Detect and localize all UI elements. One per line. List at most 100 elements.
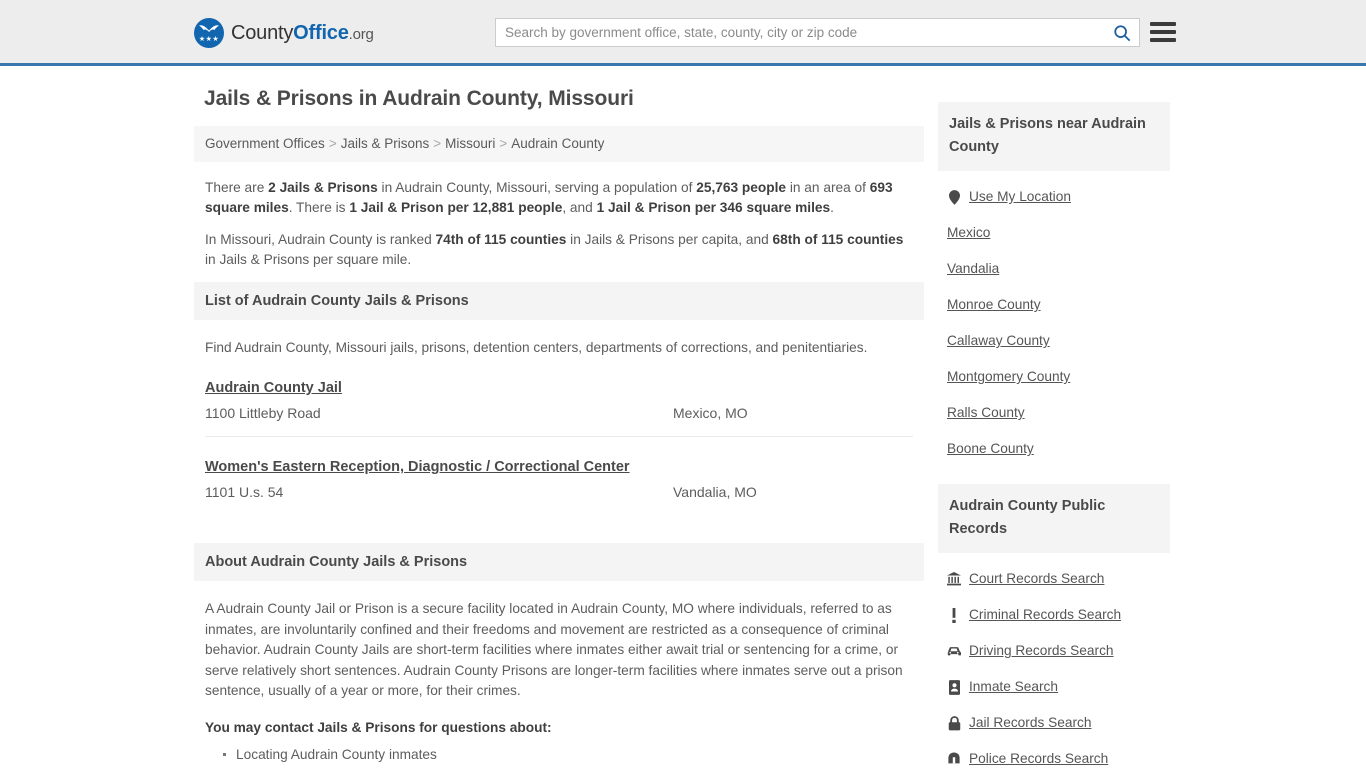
listing-details-row: 1100 Littleby Road Mexico, MO — [205, 402, 913, 424]
breadcrumb-item-missouri[interactable]: Missouri — [445, 136, 495, 151]
list-item: Finding out who is in Jail or Prison — [236, 765, 913, 768]
search-input[interactable] — [496, 19, 1105, 46]
page-title: Jails & Prisons in Audrain County, Misso… — [204, 87, 634, 110]
breadcrumb: Government Offices > Jails & Prisons > Misso… — [194, 126, 924, 162]
sidebar-item-callaway-county[interactable]: Callaway County — [938, 323, 1170, 359]
listing-city: Mexico, MO — [673, 405, 748, 421]
police-badge-icon — [947, 752, 961, 766]
intro-p1-c: in Audrain County, Missouri, serving a p… — [377, 180, 697, 195]
about-section-heading: About Audrain County Jails & Prisons — [194, 543, 924, 581]
breadcrumb-separator-2: > — [433, 136, 442, 151]
county-office-logo-icon: ★★★ — [194, 18, 224, 48]
sidebar-item-boone-county[interactable]: Boone County — [938, 431, 1170, 467]
breadcrumb-item-audrain-county[interactable]: Audrain County — [511, 136, 604, 151]
sidebar-item-label: Driving Records Search — [969, 643, 1114, 658]
listing-name-link[interactable]: Women's Eastern Reception, Diagnostic / … — [205, 455, 635, 479]
sidebar-item-label: Police Records Search — [969, 751, 1109, 766]
search-button[interactable] — [1105, 19, 1139, 46]
sidebar-item-inmate-search[interactable]: Inmate Search — [938, 669, 1170, 705]
main-column: Jails & Prisons in Audrain County, Misso… — [194, 82, 924, 768]
sidebar-item-label: Jail Records Search — [969, 715, 1092, 730]
padlock-icon — [947, 715, 961, 731]
intro-rank-capita: 74th of 115 counties — [435, 232, 567, 247]
breadcrumb-item-government-offices[interactable]: Government Offices — [205, 136, 325, 151]
list-item[interactable]: Women's Eastern Reception, Diagnostic / … — [205, 436, 913, 515]
about-paragraph: A Audrain County Jail or Prison is a sec… — [205, 601, 903, 698]
sidebar-item-label: Boone County — [947, 441, 1034, 456]
list-section-heading: List of Audrain County Jails & Prisons — [194, 282, 924, 320]
sidebar-item-label: Court Records Search — [969, 571, 1105, 586]
sidebar-item-label: Use My Location — [969, 189, 1071, 204]
search-icon — [1114, 24, 1131, 41]
hamburger-bar-3 — [1150, 38, 1176, 42]
intro-p1-g: . — [830, 200, 834, 215]
sidebar-item-label: Ralls County — [947, 405, 1025, 420]
intro-p2-a: In Missouri, Audrain County is ranked — [205, 232, 436, 247]
listing-address: 1100 Littleby Road — [205, 405, 321, 421]
breadcrumb-item-jails-prisons[interactable]: Jails & Prisons — [341, 136, 430, 151]
intro-stat-population: 25,763 people — [696, 180, 787, 195]
sidebar-item-label: Vandalia — [947, 261, 1000, 276]
map-pin-icon — [947, 189, 961, 205]
about-section-body: A Audrain County Jail or Prison is a sec… — [194, 599, 924, 768]
courthouse-icon — [947, 572, 961, 586]
intro-stat-per-area: 1 Jail & Prison per 346 square miles — [596, 200, 831, 215]
intro-p1-e: . There is — [288, 200, 350, 215]
breadcrumb-separator-3: > — [499, 136, 508, 151]
sidebar-item-court-records-search[interactable]: Court Records Search — [938, 561, 1170, 597]
logo-text-office: Office — [293, 21, 349, 44]
intro-statistics: There are 2 Jails & Prisons in Audrain C… — [194, 178, 924, 270]
listing-name-link[interactable]: Audrain County Jail — [205, 376, 635, 400]
intro-paragraph-1: There are 2 Jails & Prisons in Audrain C… — [205, 178, 913, 218]
intro-p2-d: in Jails & Prisons per square mile. — [205, 252, 412, 267]
intro-stat-count: 2 Jails & Prisons — [268, 180, 378, 195]
eagle-icon — [199, 25, 219, 32]
logo-stars: ★★★ — [198, 36, 220, 43]
sidebar-item-label: Mexico — [947, 225, 991, 240]
list-section-body: Find Audrain County, Missouri jails, pri… — [194, 338, 924, 515]
sidebar-item-label: Inmate Search — [969, 679, 1059, 694]
intro-rank-area: 68th of 115 counties — [772, 232, 904, 247]
id-badge-icon — [947, 679, 961, 695]
breadcrumb-separator-1: > — [328, 136, 337, 151]
logo-text-org: .org — [348, 25, 374, 43]
intro-p2-c: in Jails & Prisons per capita, and — [566, 232, 773, 247]
sidebar-records-links: Court Records Search Criminal Records Se… — [938, 553, 1170, 768]
exclamation-icon — [947, 607, 961, 623]
about-questions-heading: You may contact Jails & Prisons for ques… — [205, 719, 552, 735]
page-body: Jails & Prisons in Audrain County, Misso… — [0, 66, 1366, 768]
list-item[interactable]: Audrain County Jail 1100 Littleby Road M… — [205, 358, 913, 436]
sidebar-item-montgomery-county[interactable]: Montgomery County — [938, 359, 1170, 395]
hamburger-bar-2 — [1150, 30, 1176, 34]
sidebar-item-criminal-records-search[interactable]: Criminal Records Search — [938, 597, 1170, 633]
sidebar-item-label: Criminal Records Search — [969, 607, 1122, 622]
sidebar-near-links: Use My Location Mexico Vandalia Monroe C… — [938, 171, 1170, 467]
sidebar: Jails & Prisons near Audrain County Use … — [938, 102, 1170, 768]
sidebar-heading-near: Jails & Prisons near Audrain County — [938, 102, 1170, 171]
sidebar-item-use-my-location[interactable]: Use My Location — [938, 179, 1170, 215]
intro-paragraph-2: In Missouri, Audrain County is ranked 74… — [205, 230, 913, 270]
sidebar-item-monroe-county[interactable]: Monroe County — [938, 287, 1170, 323]
car-icon — [947, 646, 961, 657]
sidebar-item-vandalia[interactable]: Vandalia — [938, 251, 1170, 287]
search-bar[interactable] — [495, 18, 1140, 47]
list-item: Locating Audrain County inmates — [223, 745, 913, 765]
list-section-lead: Find Audrain County, Missouri jails, pri… — [205, 340, 868, 355]
intro-p1-a: There are — [205, 180, 269, 195]
site-logo[interactable]: ★★★ CountyOffice.org — [194, 18, 374, 48]
site-header: ★★★ CountyOffice.org — [0, 0, 1366, 66]
menu-button[interactable] — [1150, 20, 1176, 44]
listing-details-row: 1101 U.s. 54 Vandalia, MO — [205, 481, 913, 503]
logo-wordmark: CountyOffice.org — [231, 22, 374, 45]
sidebar-heading-public-records: Audrain County Public Records — [938, 484, 1170, 553]
listing-address: 1101 U.s. 54 — [205, 484, 284, 500]
sidebar-item-ralls-county[interactable]: Ralls County — [938, 395, 1170, 431]
sidebar-item-mexico[interactable]: Mexico — [938, 215, 1170, 251]
sidebar-item-driving-records-search[interactable]: Driving Records Search — [938, 633, 1170, 669]
intro-p1-d: in an area of — [786, 180, 870, 195]
sidebar-item-jail-records-search[interactable]: Jail Records Search — [938, 705, 1170, 741]
intro-stat-per-people: 1 Jail & Prison per 12,881 people — [349, 200, 563, 215]
sidebar-item-label: Montgomery County — [947, 369, 1071, 384]
listing-city: Vandalia, MO — [673, 484, 757, 500]
sidebar-item-police-records-search[interactable]: Police Records Search — [938, 741, 1170, 768]
